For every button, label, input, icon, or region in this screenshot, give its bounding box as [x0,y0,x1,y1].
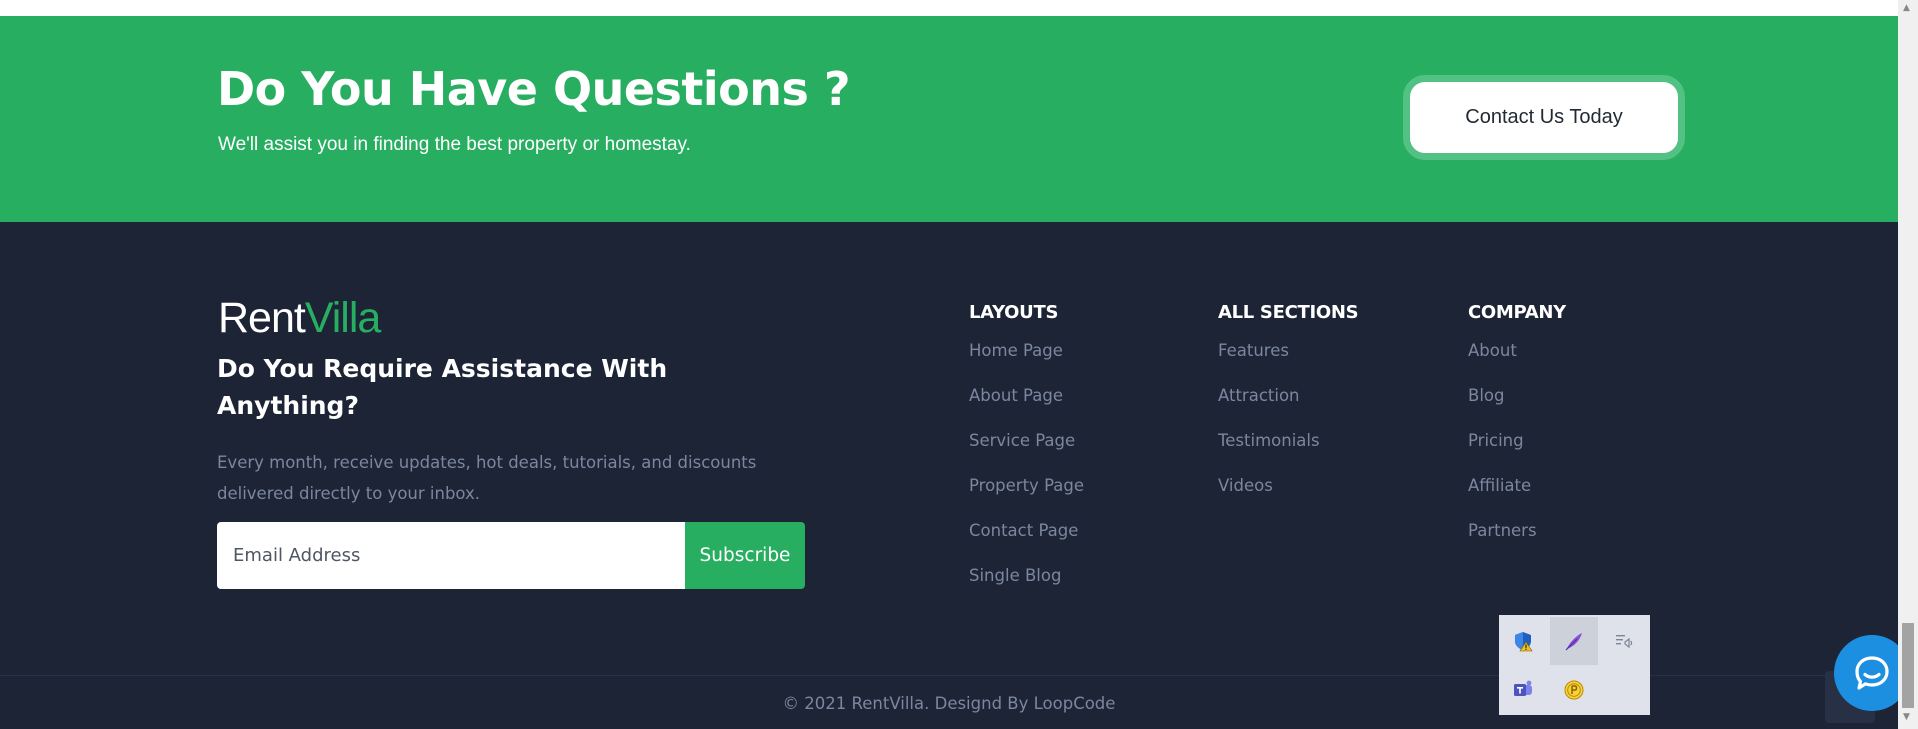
link-single-blog[interactable]: Single Blog [969,566,1084,611]
column-title: ALL SECTIONS [1218,302,1359,323]
link-contact-page[interactable]: Contact Page [969,521,1084,566]
newsletter-heading: Do You Require Assistance With Anything? [217,354,668,420]
cta-banner: Do You Have Questions ? We'll assist you… [0,16,1898,222]
scrollbar-thumb[interactable] [1902,623,1914,708]
link-pricing[interactable]: Pricing [1468,431,1566,476]
logo[interactable]: RentVilla [218,294,381,343]
logo-rent-text: Rent [218,294,306,342]
top-strip [0,0,1898,16]
scroll-up-arrow-icon[interactable]: ▲ [1903,3,1910,13]
footer-column-company: COMPANY About Blog Pricing Affiliate Par… [1468,302,1566,566]
scroll-down-arrow-icon[interactable]: ▼ [1903,712,1910,722]
link-affiliate[interactable]: Affiliate [1468,476,1566,521]
logo-villa-text: Villa [304,294,381,342]
coin-icon[interactable] [1550,666,1598,714]
link-list: Home Page About Page Service Page Proper… [969,341,1084,611]
link-features[interactable]: Features [1218,341,1358,386]
link-testimonials[interactable]: Testimonials [1218,431,1358,476]
contact-us-button[interactable]: Contact Us Today [1403,75,1685,160]
link-about[interactable]: About [1468,341,1566,386]
teams-icon[interactable] [1499,666,1547,714]
email-input[interactable] [217,522,685,589]
link-property-page[interactable]: Property Page [969,476,1084,521]
footer-column-layouts: LAYOUTS Home Page About Page Service Pag… [969,302,1084,611]
link-videos[interactable]: Videos [1218,476,1358,521]
newsletter-description: Every month, receive updates, hot deals,… [217,453,757,503]
shield-warning-icon[interactable] [1499,617,1547,665]
column-title: COMPANY [1468,302,1566,323]
link-home-page[interactable]: Home Page [969,341,1084,386]
page-scrollbar[interactable]: ▲ ▼ [1898,0,1918,729]
link-about-page[interactable]: About Page [969,386,1084,431]
footer-column-sections: ALL SECTIONS Features Attraction Testimo… [1218,302,1359,521]
link-list: Features Attraction Testimonials Videos [1218,341,1358,521]
cta-subtitle: We'll assist you in finding the best pro… [218,134,691,155]
link-service-page[interactable]: Service Page [969,431,1084,476]
system-tray-overflow [1499,615,1650,715]
cta-title: Do You Have Questions ? [217,62,851,116]
subscribe-button[interactable]: Subscribe [685,522,805,589]
link-attraction[interactable]: Attraction [1218,386,1358,431]
link-list: About Blog Pricing Affiliate Partners [1468,341,1566,566]
column-title: LAYOUTS [969,302,1059,323]
link-partners[interactable]: Partners [1468,521,1566,566]
notification-icon[interactable] [1600,617,1648,665]
link-blog[interactable]: Blog [1468,386,1566,431]
feather-pen-icon[interactable] [1550,617,1598,665]
